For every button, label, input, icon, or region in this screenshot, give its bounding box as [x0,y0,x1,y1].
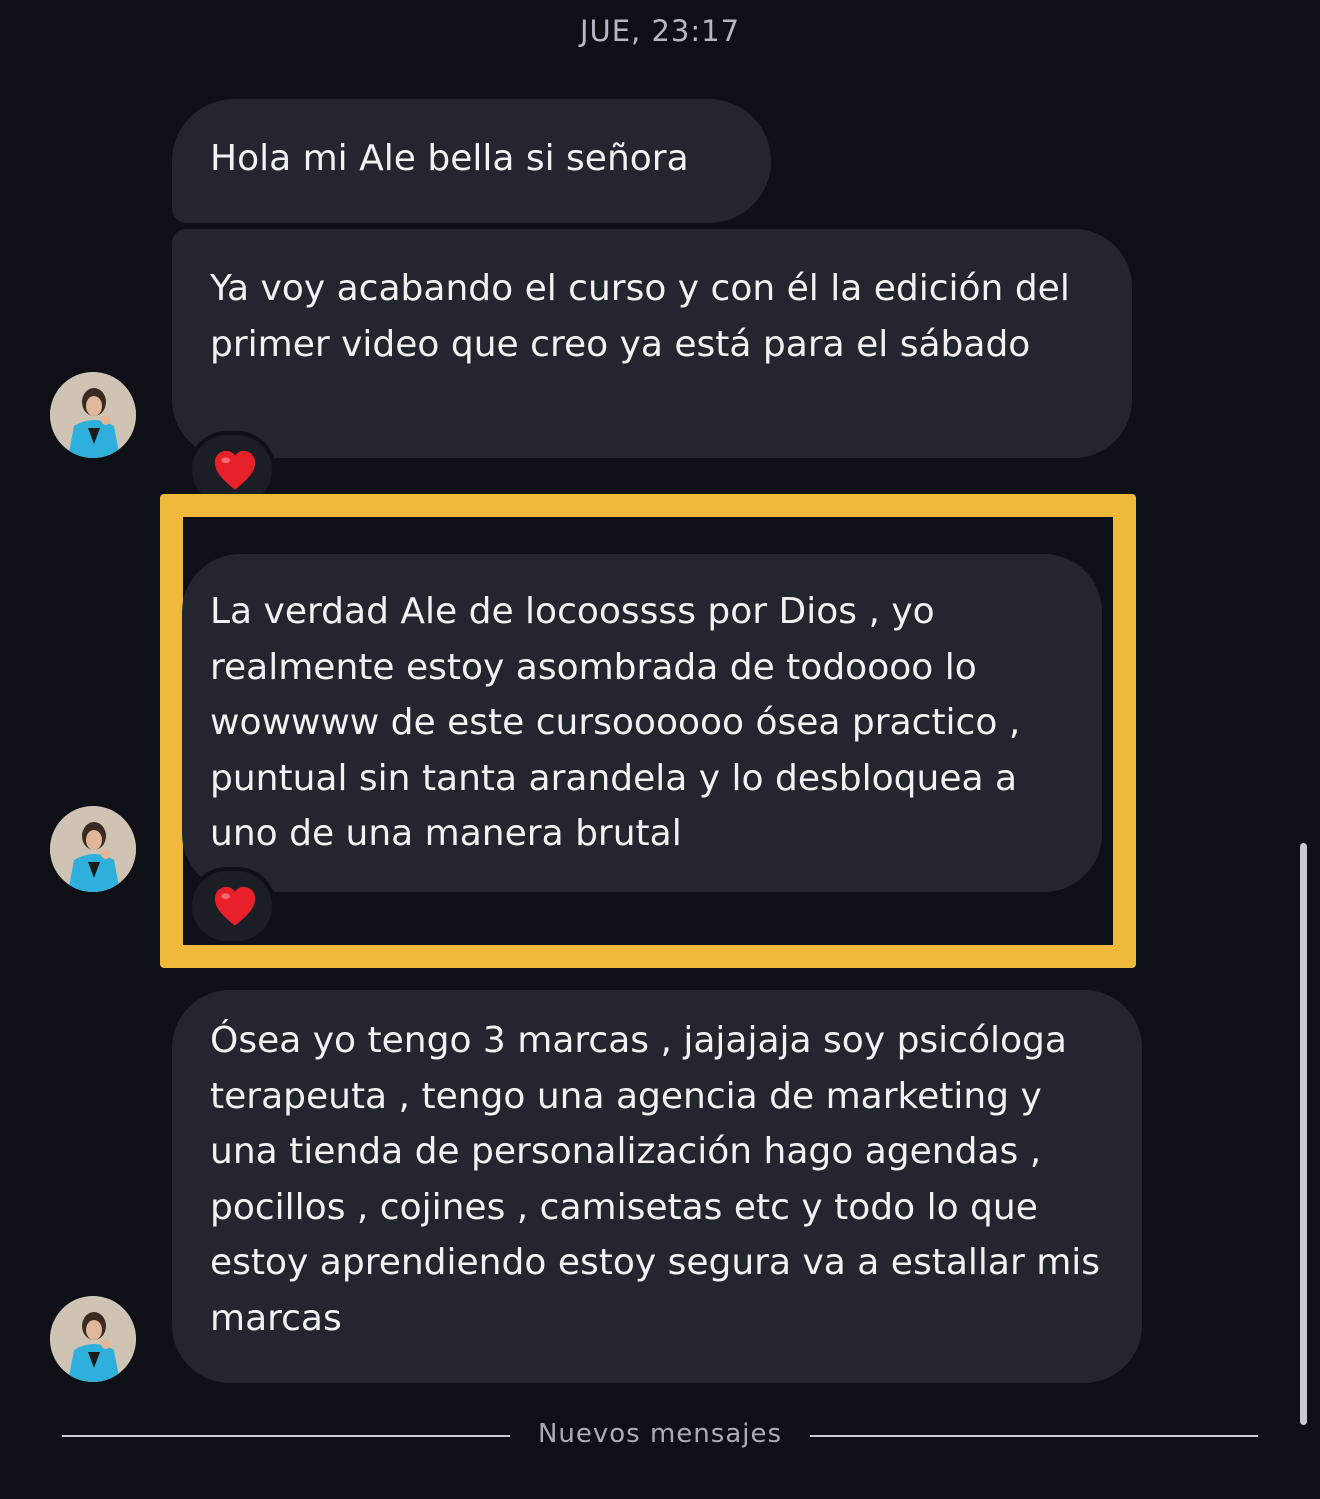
avatar[interactable] [50,1296,136,1382]
avatar[interactable] [50,806,136,892]
message-text: Hola mi Ale bella si señora [210,138,689,179]
message-text: La verdad Ale de locoossss por Dios , yo… [210,591,1021,854]
scrollbar[interactable] [1300,843,1307,1425]
message-bubble[interactable]: Ya voy acabando el curso y con él la edi… [172,229,1132,458]
person-icon [50,1296,136,1382]
person-icon [50,372,136,458]
message-text: Ósea yo tengo 3 marcas , jajajaja soy ps… [210,1020,1101,1339]
person-icon [50,806,136,892]
heart-icon [214,450,256,490]
message-text: Ya voy acabando el curso y con él la edi… [210,268,1070,365]
divider-line-right [810,1435,1258,1437]
message-bubble[interactable]: Hola mi Ale bella si señora [172,99,771,223]
message-bubble[interactable]: La verdad Ale de locoossss por Dios , yo… [182,554,1102,892]
timestamp: JUE, 23:17 [579,14,741,48]
new-messages-divider: Nuevos mensajes [537,1419,783,1449]
divider-line-left [62,1435,510,1437]
avatar[interactable] [50,372,136,458]
message-bubble[interactable]: Ósea yo tengo 3 marcas , jajajaja soy ps… [172,990,1142,1383]
reaction-badge[interactable] [188,867,276,945]
heart-icon [214,886,256,926]
